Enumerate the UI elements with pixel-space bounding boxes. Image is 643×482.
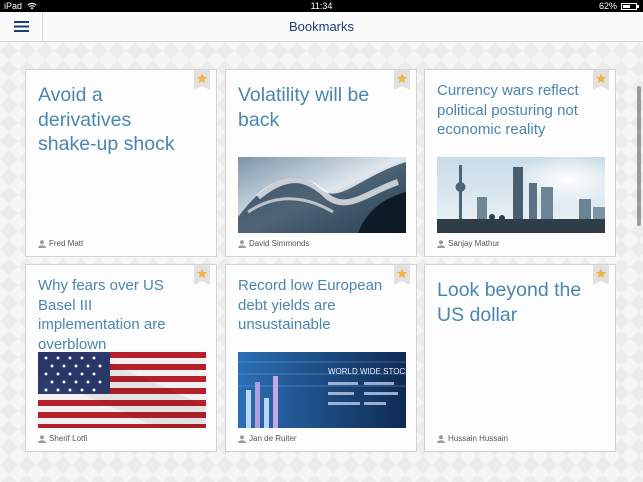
author-name: Jan de Ruiter — [249, 434, 297, 443]
card-author: David Simmonds — [238, 239, 309, 248]
author-name: Sherif Lotfi — [49, 434, 88, 443]
star-icon — [593, 70, 609, 90]
star-icon — [194, 265, 210, 285]
stock-board-text: WORLD WIDE STOCK — [328, 367, 406, 376]
wave-image — [238, 157, 406, 233]
person-icon — [38, 239, 46, 248]
bookmark-ribbon[interactable] — [394, 70, 410, 90]
card-author: Sherif Lotfi — [38, 434, 87, 443]
bookmark-ribbon[interactable] — [593, 70, 609, 90]
status-time: 11:34 — [310, 1, 333, 11]
card-title: Avoid a derivatives shake-up shock — [38, 84, 175, 155]
author-name: Fred Matt — [49, 239, 84, 248]
star-icon — [593, 265, 609, 285]
skyline-image — [437, 157, 605, 233]
stock-board-image: WORLD WIDE STOCK — [238, 352, 406, 428]
navigation-bar: Bookmarks — [0, 12, 643, 42]
star-icon — [394, 265, 410, 285]
status-battery: 62% — [598, 0, 639, 12]
card-title: Volatility will be back — [238, 84, 370, 131]
page-title: Bookmarks — [288, 19, 355, 34]
card-author: Jan de Ruiter — [238, 434, 297, 443]
person-icon — [238, 434, 246, 443]
star-icon — [394, 70, 410, 90]
person-icon — [437, 434, 445, 443]
bookmarks-grid: Avoid a derivatives shake-up shock Fred … — [0, 42, 643, 482]
bookmark-card-1[interactable]: Avoid a derivatives shake-up shock Fred … — [25, 69, 217, 257]
person-icon — [437, 239, 445, 248]
bookmark-ribbon[interactable] — [593, 265, 609, 285]
card-author: Fred Matt — [38, 239, 83, 248]
card-author: Hussain Hussain — [437, 434, 508, 443]
author-name: Hussain Hussain — [448, 434, 509, 443]
card-title: Look beyond the US dollar — [437, 279, 582, 326]
author-name: David Simmonds — [249, 239, 310, 248]
battery-percent: 62% — [598, 1, 617, 11]
person-icon — [238, 239, 246, 248]
status-bar: iPad 11:34 62% — [0, 0, 643, 12]
bookmark-card-2[interactable]: Volatility will be back David Simmonds — [225, 69, 417, 257]
us-flag-image — [38, 352, 206, 428]
bookmark-card-3[interactable]: Currency wars reflect political posturin… — [424, 69, 616, 257]
battery-icon — [621, 2, 639, 10]
bookmark-ribbon[interactable] — [394, 265, 410, 285]
scrollbar[interactable] — [637, 86, 641, 226]
bookmark-card-6[interactable]: Look beyond the US dollar Hussain Hussai… — [424, 264, 616, 452]
card-title: Currency wars reflect political posturin… — [437, 82, 579, 138]
card-title: Why fears over US Basel III implementati… — [38, 277, 166, 353]
card-title: Record low European debt yields are unsu… — [238, 277, 383, 333]
star-icon — [194, 70, 210, 90]
card-author: Sanjay Mathur — [437, 239, 500, 248]
bookmark-ribbon[interactable] — [194, 70, 210, 90]
author-name: Sanjay Mathur — [448, 239, 500, 248]
bookmark-card-5[interactable]: Record low European debt yields are unsu… — [225, 264, 417, 452]
bookmark-card-4[interactable]: Why fears over US Basel III implementati… — [25, 264, 217, 452]
person-icon — [38, 434, 46, 443]
bookmark-ribbon[interactable] — [194, 265, 210, 285]
